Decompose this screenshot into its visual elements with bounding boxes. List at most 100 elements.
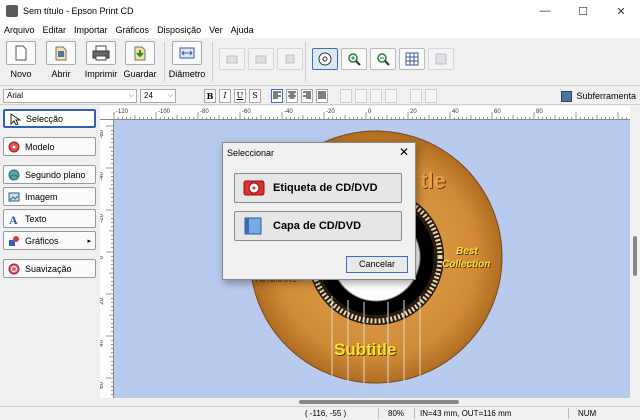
ruler-left-label: 20 — [100, 297, 105, 304]
distribute-button-1[interactable] — [410, 89, 422, 103]
disc-view-button[interactable] — [312, 48, 338, 70]
maximize-button[interactable]: ☐ — [564, 0, 602, 22]
disc-subtitle-text[interactable]: Subtitle — [334, 340, 396, 360]
sidebar-item-label: Texto — [25, 213, 47, 224]
cancel-button[interactable]: Cancelar — [346, 256, 408, 273]
toolbar-separator — [212, 42, 213, 82]
cursor-coords: ( -116, -55 ) — [305, 409, 347, 418]
sidebar-item-label: Segundo plano — [25, 169, 86, 180]
save-button[interactable] — [125, 41, 155, 65]
distribute-button-2[interactable] — [425, 89, 437, 103]
layer-button[interactable] — [277, 48, 303, 70]
status-bar: ( -116, -55 ) 80% IN=43 mm, OUT=116 mm N… — [0, 406, 640, 420]
menu-importar[interactable]: Importar — [74, 25, 108, 35]
font-size-value: 24 — [144, 91, 153, 100]
menu-ver[interactable]: Ver — [209, 25, 223, 35]
open-button[interactable] — [46, 41, 76, 65]
cd-dvd-cover-option-button[interactable]: Capa de CD/DVD — [234, 211, 402, 241]
sidebar-item-smoothing[interactable]: Suavização — [3, 259, 96, 278]
font-size-select[interactable]: 24 ⌵ — [140, 89, 176, 103]
horizontal-scrollbar[interactable] — [114, 398, 630, 406]
rotate-right-icon — [255, 55, 267, 64]
toolbar-separator — [305, 42, 306, 82]
vertical-scroll-thumb[interactable] — [633, 236, 637, 276]
italic-button[interactable]: I — [219, 89, 231, 103]
sidebar-item-graphics[interactable]: Gráficos ▸ — [3, 231, 96, 250]
sidebar-item-label: Gráficos — [25, 235, 59, 246]
arrange-button-4[interactable] — [385, 89, 397, 103]
align-right-icon — [303, 91, 311, 99]
select-dialog: Seleccionar ✕ Etiqueta de CD/DVD Capa de… — [222, 142, 416, 280]
menu-graficos[interactable]: Gráficos — [116, 25, 150, 35]
format-bar: Arial ⌵ 24 ⌵ B I U S Subferramenta — [0, 87, 640, 105]
close-window-button[interactable]: ✕ — [602, 0, 640, 22]
sidebar-item-label: Selecção — [26, 113, 64, 124]
align-left-icon — [273, 91, 281, 99]
font-name-select[interactable]: Arial ⌵ — [3, 89, 137, 103]
disc-title-text[interactable]: tle — [420, 168, 446, 194]
sidebar-item-background[interactable]: Segundo plano — [3, 165, 96, 184]
new-button[interactable] — [6, 41, 36, 65]
align-center-button[interactable] — [286, 89, 298, 103]
ruler-top-label: -20 — [326, 109, 335, 115]
cd-dvd-label-option-text: Etiqueta de CD/DVD — [273, 182, 378, 194]
grid-icon — [405, 52, 419, 66]
print-button[interactable] — [86, 41, 116, 65]
horizontal-scroll-thumb[interactable] — [299, 400, 459, 404]
cd-label-icon — [243, 178, 265, 198]
font-name-value: Arial — [7, 91, 24, 100]
disc-icon — [318, 52, 332, 66]
ruler-top-label: -60 — [242, 109, 251, 115]
bold-button[interactable]: B — [204, 89, 216, 103]
arrange-button-1[interactable] — [340, 89, 352, 103]
chevron-down-icon: ⌵ — [128, 92, 134, 99]
sidebar-item-image[interactable]: Imagem — [3, 187, 96, 206]
align-right-button[interactable] — [301, 89, 313, 103]
sidebar-item-selection[interactable]: Selecção — [3, 109, 96, 128]
cd-cover-icon — [243, 216, 265, 236]
menu-disposicao[interactable]: Disposição — [157, 25, 201, 35]
grid-button[interactable] — [399, 48, 425, 70]
ruler-top: -120 -100 -80 -60 -40 -20 0 20 40 60 80 — [100, 106, 630, 120]
cd-dvd-label-option-button[interactable]: Etiqueta de CD/DVD — [234, 173, 402, 203]
rotate-left-button[interactable] — [219, 48, 245, 70]
title-bar: Sem título - Epson Print CD — ☐ ✕ — [0, 0, 640, 22]
save-label: Guardar — [123, 69, 157, 79]
sidebar-item-template[interactable]: Modelo — [3, 137, 96, 156]
ruler-left-label: 40 — [100, 339, 105, 346]
sidebar-item-label: Modelo — [25, 141, 55, 152]
background-icon — [8, 169, 20, 180]
subtool-label: Subferramenta — [576, 91, 636, 101]
arrange-button-2[interactable] — [355, 89, 367, 103]
align-left-button[interactable] — [271, 89, 283, 103]
menu-arquivo[interactable]: Arquivo — [4, 25, 35, 35]
vertical-scrollbar[interactable] — [630, 106, 640, 398]
best-collection-line2[interactable]: Collection — [442, 259, 490, 270]
svg-text:A: A — [9, 213, 18, 225]
menu-editar[interactable]: Editar — [43, 25, 67, 35]
zoom-in-button[interactable] — [341, 48, 367, 70]
align-button[interactable] — [428, 48, 454, 70]
minimize-button[interactable]: — — [526, 0, 564, 22]
ruler-left-label: -20 — [100, 213, 105, 222]
arrange-button-3[interactable] — [370, 89, 382, 103]
subtool-button[interactable]: Subferramenta — [561, 89, 636, 103]
sidebar-item-text[interactable]: A Texto — [3, 209, 96, 228]
zoom-out-button[interactable] — [370, 48, 396, 70]
dialog-close-button[interactable]: ✕ — [399, 145, 409, 159]
underline-button[interactable]: U — [234, 89, 246, 103]
app-icon — [6, 5, 18, 17]
layer-icon — [285, 54, 295, 64]
justify-button[interactable] — [316, 89, 328, 103]
cd-dvd-cover-option-text: Capa de CD/DVD — [273, 220, 362, 232]
best-collection-line1[interactable]: Best — [456, 246, 478, 257]
diameter-icon — [179, 47, 195, 59]
menu-ajuda[interactable]: Ajuda — [231, 25, 254, 35]
ruler-top-label: 0 — [368, 109, 372, 115]
diameter-button[interactable] — [172, 41, 202, 65]
ruler-top-label: -80 — [200, 109, 209, 115]
sidebar-item-label: Imagem — [25, 191, 58, 202]
rotate-right-button[interactable] — [248, 48, 274, 70]
shadow-button[interactable]: S — [249, 89, 261, 103]
subtool-icon — [561, 90, 573, 102]
